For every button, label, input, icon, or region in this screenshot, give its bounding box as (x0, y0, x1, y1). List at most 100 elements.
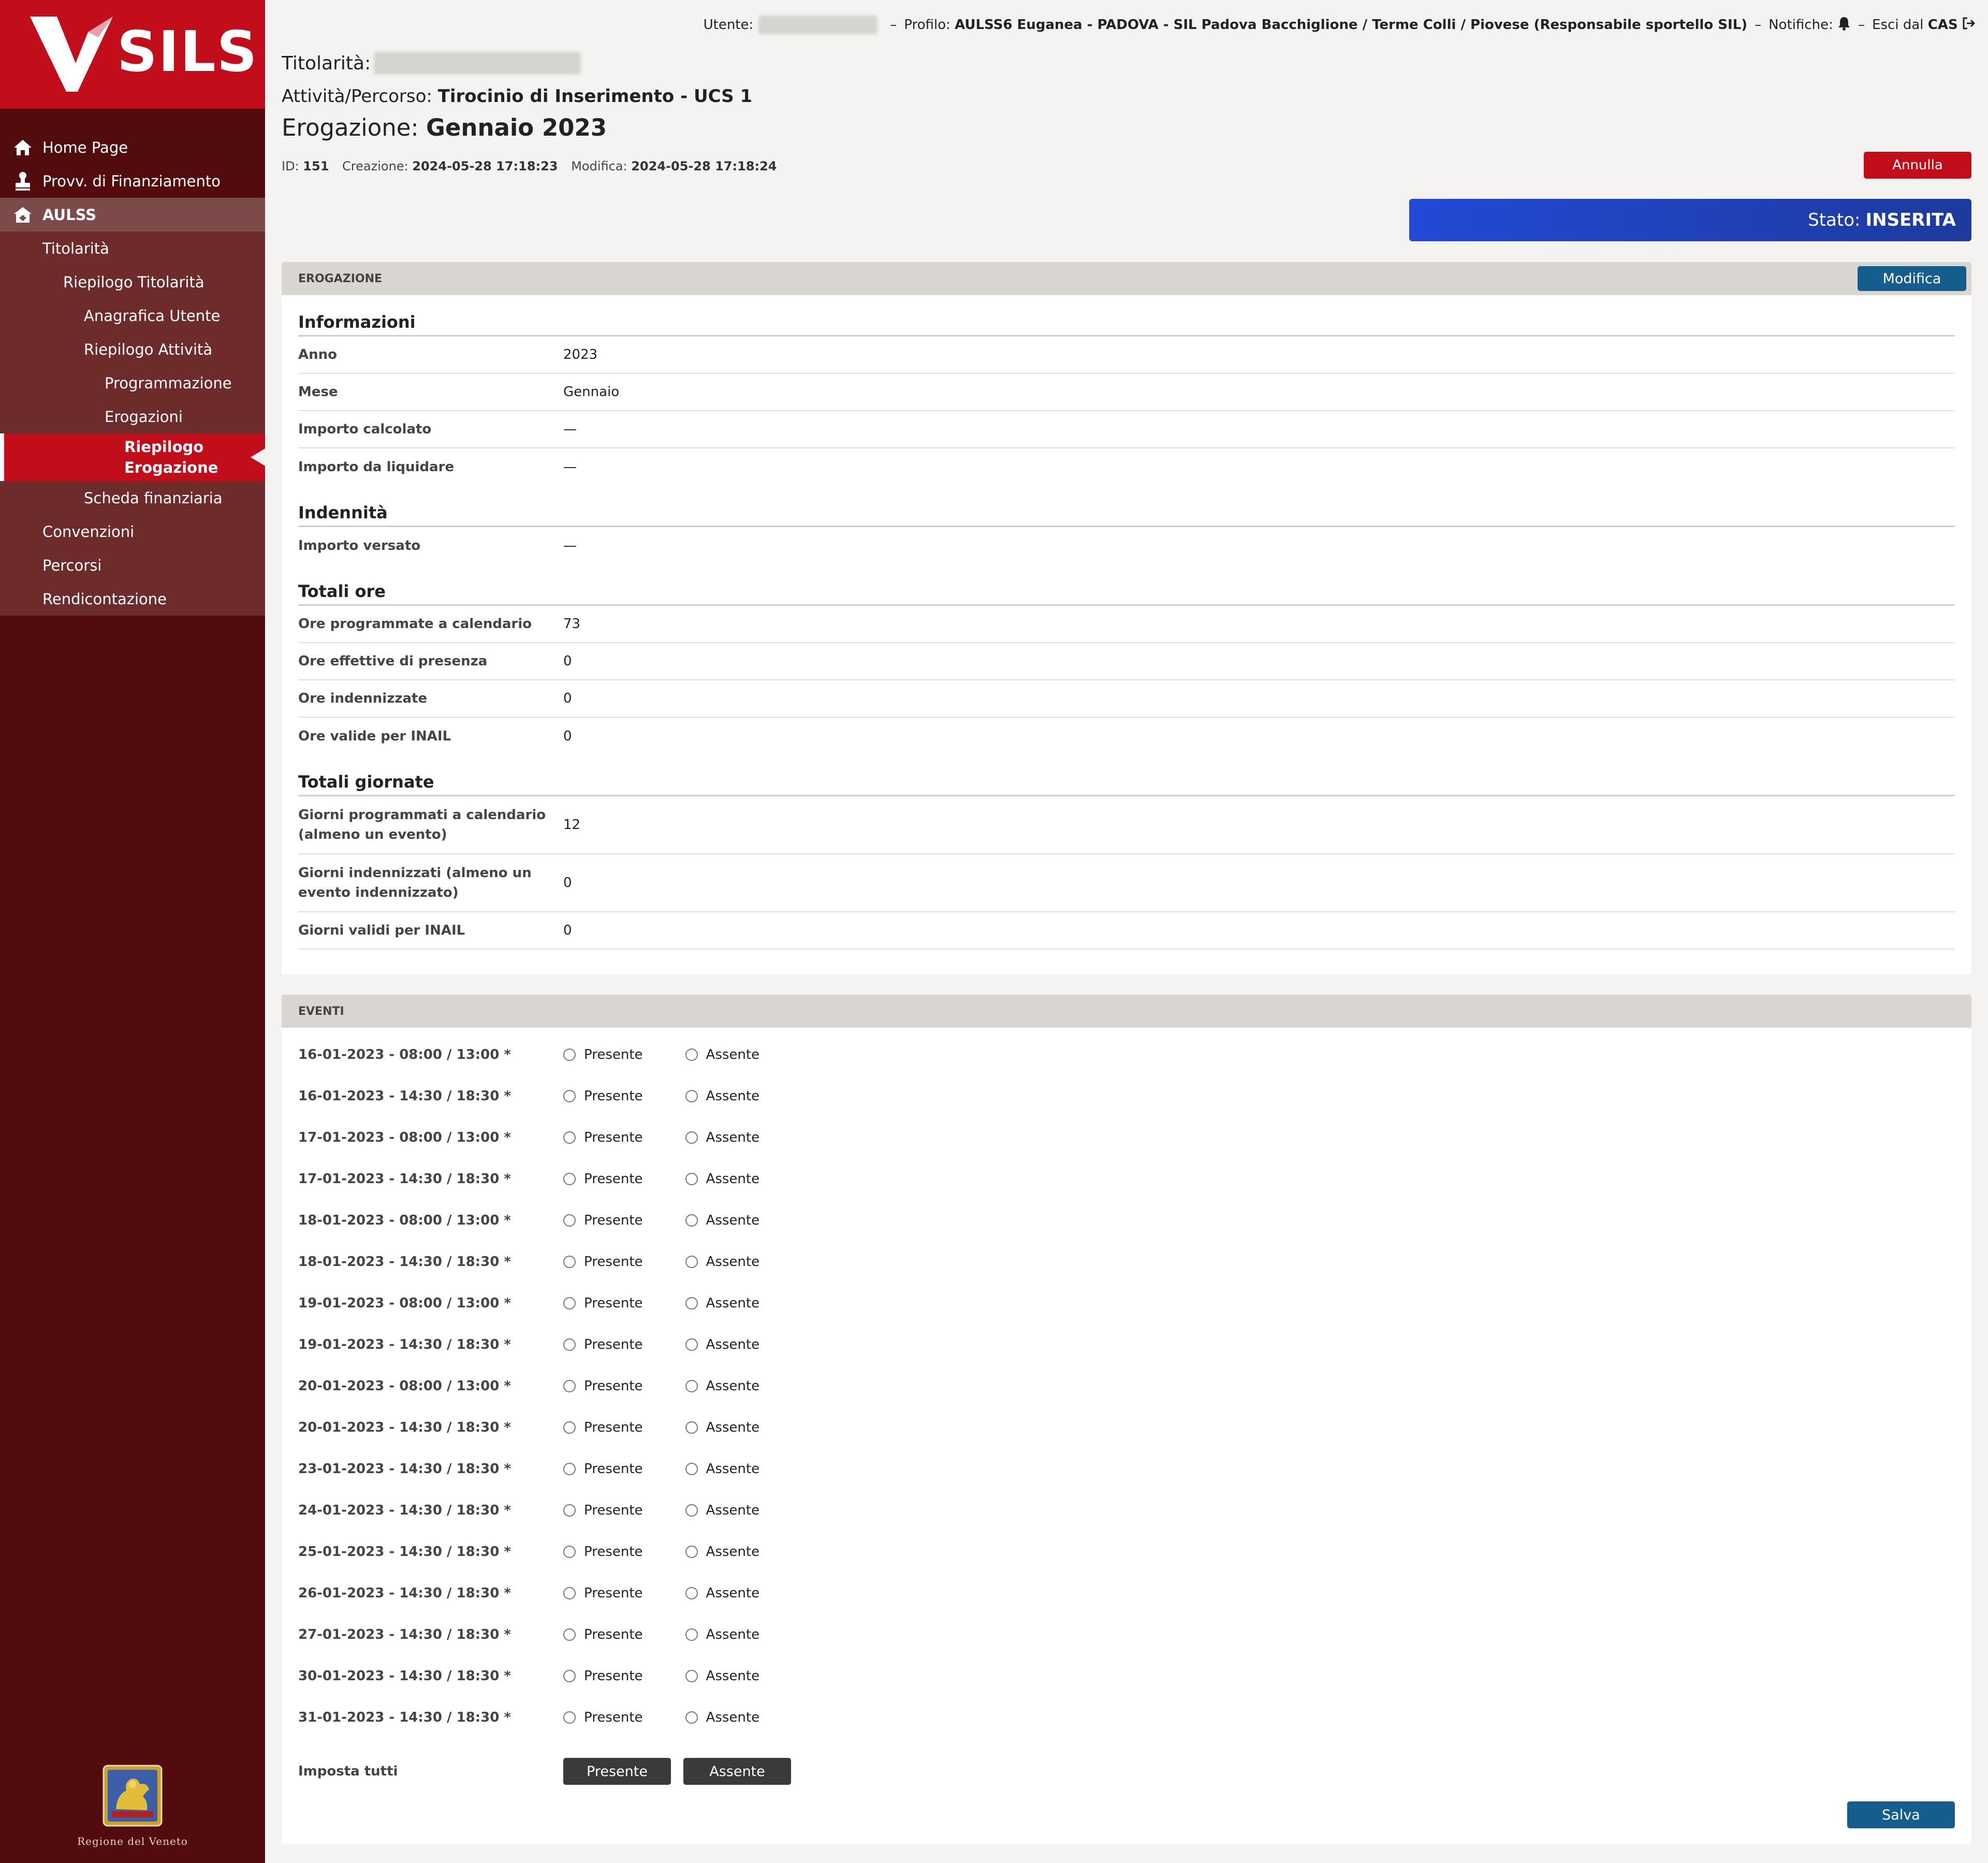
radio-circle-icon[interactable] (563, 1173, 576, 1185)
presente-radio[interactable]: Presente (563, 1088, 643, 1104)
assente-radio[interactable]: Assente (685, 1088, 759, 1104)
presente-radio[interactable]: Presente (563, 1503, 643, 1518)
radio-circle-icon[interactable] (563, 1546, 576, 1558)
assente-radio[interactable]: Assente (685, 1296, 759, 1311)
sidebar-item-riepilogo-erogazione[interactable]: Riepilogo Erogazione (0, 433, 266, 481)
sidebar-item-anagrafica-utente[interactable]: Anagrafica Utente (0, 299, 265, 332)
sidebar-item-riepilogo-titolarita[interactable]: Riepilogo Titolarità (0, 265, 265, 299)
assente-radio[interactable]: Assente (685, 1710, 759, 1725)
radio-circle-icon[interactable] (563, 1628, 576, 1641)
sidebar-item-provv-finanziamento[interactable]: Provv. di Finanziamento (0, 164, 265, 198)
presente-radio[interactable]: Presente (563, 1461, 643, 1477)
presente-radio[interactable]: Presente (563, 1627, 643, 1642)
presente-radio[interactable]: Presente (563, 1047, 643, 1063)
presente-radio[interactable]: Presente (563, 1420, 643, 1435)
presente-radio[interactable]: Presente (563, 1544, 643, 1560)
assente-radio[interactable]: Assente (685, 1627, 759, 1642)
presente-radio[interactable]: Presente (563, 1130, 643, 1145)
set-all-assente-button[interactable]: Assente (683, 1758, 791, 1785)
radio-circle-icon[interactable] (685, 1380, 698, 1392)
radio-circle-icon[interactable] (685, 1173, 698, 1185)
radio-circle-icon[interactable] (563, 1131, 576, 1144)
presente-radio[interactable]: Presente (563, 1668, 643, 1684)
sidebar-item-erogazioni[interactable]: Erogazioni (0, 400, 265, 433)
radio-circle-icon[interactable] (563, 1338, 576, 1351)
sidebar-item-programmazione[interactable]: Programmazione (0, 366, 265, 400)
presente-radio[interactable]: Presente (563, 1296, 643, 1311)
radio-circle-icon[interactable] (685, 1049, 698, 1061)
sidebar-item-rendicontazione[interactable]: Rendicontazione (0, 582, 265, 616)
radio-circle-icon[interactable] (563, 1256, 576, 1268)
assente-radio[interactable]: Assente (685, 1420, 759, 1435)
assente-radio[interactable]: Assente (685, 1213, 759, 1228)
radio-circle-icon[interactable] (563, 1380, 576, 1392)
assente-radio[interactable]: Assente (685, 1254, 760, 1270)
radio-label: Assente (706, 1254, 760, 1270)
radio-circle-icon[interactable] (563, 1421, 576, 1434)
radio-circle-icon[interactable] (563, 1463, 576, 1475)
esci-label[interactable]: Esci dal (1872, 17, 1923, 33)
sidebar-item-scheda-finanziaria[interactable]: Scheda finanziaria (0, 481, 265, 515)
sidebar-item-aulss[interactable]: AULSS (0, 198, 265, 231)
sidebar-item-convenzioni[interactable]: Convenzioni (0, 515, 265, 548)
row-value: 73 (563, 616, 581, 632)
assente-radio[interactable]: Assente (685, 1461, 760, 1477)
logo[interactable]: SILS (0, 0, 265, 109)
annulla-button[interactable]: Annulla (1864, 152, 1971, 179)
presente-radio[interactable]: Presente (563, 1710, 643, 1725)
radio-circle-icon[interactable] (563, 1587, 576, 1599)
radio-circle-icon[interactable] (685, 1090, 698, 1102)
radio-circle-icon[interactable] (685, 1628, 698, 1641)
assente-radio[interactable]: Assente (685, 1503, 759, 1518)
radio-label: Assente (706, 1461, 760, 1477)
eventi-panel-header: EVENTI (282, 995, 1971, 1028)
radio-circle-icon[interactable] (685, 1131, 698, 1144)
presente-radio[interactable]: Presente (563, 1213, 643, 1228)
radio-circle-icon[interactable] (685, 1338, 698, 1351)
sidebar-item-home[interactable]: Home Page (0, 130, 265, 164)
sidebar-item-riepilogo-attivita[interactable]: Riepilogo Attività (0, 332, 265, 366)
row-value: — (563, 421, 577, 437)
profilo-value[interactable]: AULSS6 Euganea - PADOVA - SIL Padova Bac… (955, 17, 1747, 33)
radio-circle-icon[interactable] (563, 1214, 576, 1227)
assente-radio[interactable]: Assente (685, 1171, 759, 1187)
sidebar-item-label: Provv. di Finanziamento (42, 172, 221, 190)
radio-circle-icon[interactable] (685, 1711, 698, 1724)
bell-icon[interactable] (1837, 16, 1851, 34)
presente-radio[interactable]: Presente (563, 1585, 643, 1601)
assente-radio[interactable]: Assente (685, 1544, 759, 1560)
set-all-presente-button[interactable]: Presente (563, 1758, 671, 1785)
assente-radio[interactable]: Assente (685, 1378, 759, 1394)
radio-circle-icon[interactable] (563, 1504, 576, 1517)
radio-label: Assente (706, 1337, 760, 1352)
radio-circle-icon[interactable] (685, 1546, 698, 1558)
radio-circle-icon[interactable] (685, 1670, 698, 1682)
assente-radio[interactable]: Assente (685, 1585, 759, 1601)
modifica-button[interactable]: Modifica (1858, 266, 1966, 291)
salva-button[interactable]: Salva (1847, 1801, 1955, 1828)
logout-icon[interactable] (1962, 17, 1977, 34)
radio-circle-icon[interactable] (563, 1090, 576, 1102)
radio-circle-icon[interactable] (563, 1670, 576, 1682)
assente-radio[interactable]: Assente (685, 1668, 759, 1684)
radio-circle-icon[interactable] (685, 1297, 698, 1309)
presente-radio[interactable]: Presente (563, 1171, 643, 1187)
radio-circle-icon[interactable] (563, 1297, 576, 1309)
radio-circle-icon[interactable] (685, 1256, 698, 1268)
sidebar-item-titolarita[interactable]: Titolarità (0, 231, 265, 265)
assente-radio[interactable]: Assente (685, 1130, 759, 1145)
radio-circle-icon[interactable] (563, 1049, 576, 1061)
presente-radio[interactable]: Presente (563, 1254, 643, 1270)
presente-radio[interactable]: Presente (563, 1337, 643, 1352)
esci-cas-value[interactable]: CAS (1928, 17, 1958, 33)
radio-circle-icon[interactable] (563, 1711, 576, 1724)
radio-circle-icon[interactable] (685, 1421, 698, 1434)
radio-circle-icon[interactable] (685, 1463, 698, 1475)
radio-circle-icon[interactable] (685, 1587, 698, 1599)
radio-circle-icon[interactable] (685, 1214, 698, 1227)
assente-radio[interactable]: Assente (685, 1337, 760, 1352)
assente-radio[interactable]: Assente (685, 1047, 759, 1063)
sidebar-item-percorsi[interactable]: Percorsi (0, 548, 265, 582)
presente-radio[interactable]: Presente (563, 1378, 643, 1394)
radio-circle-icon[interactable] (685, 1504, 698, 1517)
